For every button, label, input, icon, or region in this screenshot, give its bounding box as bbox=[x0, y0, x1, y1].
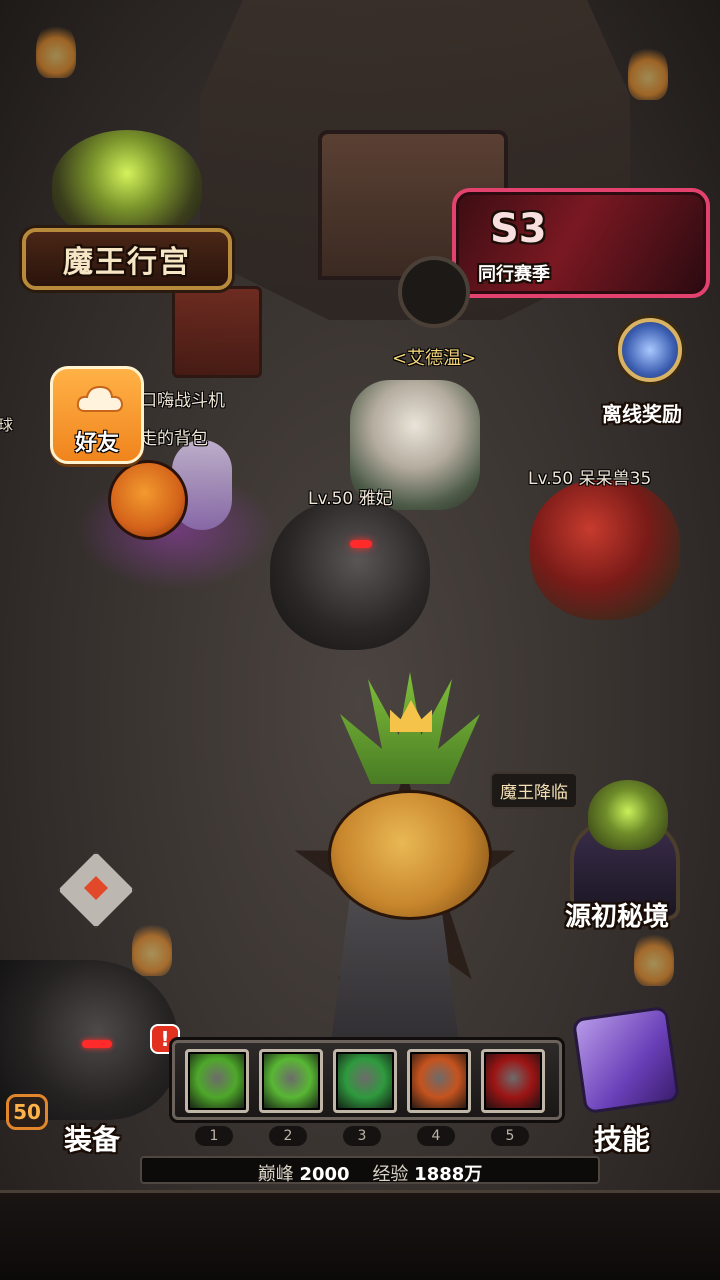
arrow-skill-icon[interactable] bbox=[185, 1049, 249, 1113]
rank-label: 巅峰 bbox=[257, 1164, 294, 1185]
cloud-icon bbox=[76, 385, 124, 412]
rank-exp-text: 巅峰 2000 经验 1888万 bbox=[142, 1160, 598, 1186]
skills-button-label[interactable]: 技能 bbox=[594, 1118, 650, 1158]
friend-button[interactable]: 好友 bbox=[50, 366, 144, 464]
red-cabinet bbox=[172, 286, 262, 378]
demon-face-skill-icon[interactable] bbox=[481, 1049, 545, 1113]
season-label: 同行赛季 bbox=[478, 264, 550, 285]
pineapple-boss-character[interactable] bbox=[328, 790, 492, 920]
exp-value: 1888万 bbox=[414, 1164, 483, 1185]
red-eye-glow bbox=[82, 1040, 112, 1048]
demon-skull-emblem-icon[interactable] bbox=[52, 130, 202, 238]
triple-arrow-skill-icon[interactable] bbox=[259, 1049, 323, 1113]
stone-pedestal bbox=[330, 900, 460, 1050]
exp-label: 经验 bbox=[372, 1164, 409, 1185]
whirlwind-skill-icon[interactable] bbox=[333, 1049, 397, 1113]
crown-icon bbox=[390, 700, 432, 732]
origin-realm-label[interactable]: 源初秘境 bbox=[565, 896, 669, 933]
torch-icon bbox=[132, 920, 172, 976]
player-name: Lv.50 雅妃 bbox=[308, 489, 393, 509]
skill-slot-number: 5 bbox=[491, 1126, 529, 1146]
spellbook-icon[interactable] bbox=[571, 1005, 681, 1115]
moon-star-icon[interactable] bbox=[618, 318, 682, 382]
player-dark-knight-character[interactable] bbox=[270, 500, 430, 650]
torch-icon bbox=[634, 930, 674, 986]
rank-exp-bar: 巅峰 2000 经验 1888万 bbox=[140, 1156, 600, 1186]
skill-slot-number: 2 bbox=[269, 1126, 307, 1146]
palace-title-banner[interactable]: 魔王行宫 bbox=[22, 228, 232, 290]
friend-label: 好友 bbox=[74, 431, 119, 456]
palace-title: 魔王行宫 bbox=[63, 245, 191, 280]
hero-level-badge: 50 bbox=[6, 1094, 48, 1130]
season-code: S3 bbox=[490, 206, 547, 252]
equip-button-label[interactable]: 装备 bbox=[64, 1118, 120, 1158]
fire-orb-skill-icon[interactable] bbox=[407, 1049, 471, 1113]
player-name: 口嗨战斗机 bbox=[140, 391, 225, 411]
dog-portrait-icon[interactable] bbox=[398, 256, 470, 328]
demon-arrives-tag: 魔王降临 bbox=[490, 772, 578, 809]
torch-icon bbox=[628, 44, 668, 100]
red-eye-glow bbox=[350, 540, 372, 548]
season-badge-button[interactable]: S3 同行赛季 bbox=[452, 188, 710, 298]
npc-name: <艾德温> bbox=[392, 348, 477, 369]
shaman-character[interactable] bbox=[530, 480, 680, 620]
skill-bar bbox=[172, 1040, 562, 1120]
offline-reward-label[interactable]: 离线奖励 bbox=[602, 398, 682, 427]
rank-value: 2000 bbox=[299, 1164, 350, 1185]
skill-slot-number: 4 bbox=[417, 1126, 455, 1146]
game-scene: 球 魔王行宫 S3 同行赛季 <艾德温> 离线奖励 口嗨战斗机 走的背包 Lv.… bbox=[0, 0, 720, 1280]
offscreen-player-name: 球 bbox=[0, 416, 14, 434]
torch-icon bbox=[36, 22, 76, 78]
bottom-frame bbox=[0, 1190, 720, 1280]
demon-skull-emblem-icon[interactable] bbox=[588, 780, 668, 850]
player-name: 走的背包 bbox=[140, 429, 208, 449]
skill-slot-number: 3 bbox=[343, 1126, 381, 1146]
player-name: Lv.50 呆呆兽35 bbox=[528, 469, 652, 489]
skill-slot-number: 1 bbox=[195, 1126, 233, 1146]
pumpkin-character[interactable] bbox=[108, 460, 188, 540]
